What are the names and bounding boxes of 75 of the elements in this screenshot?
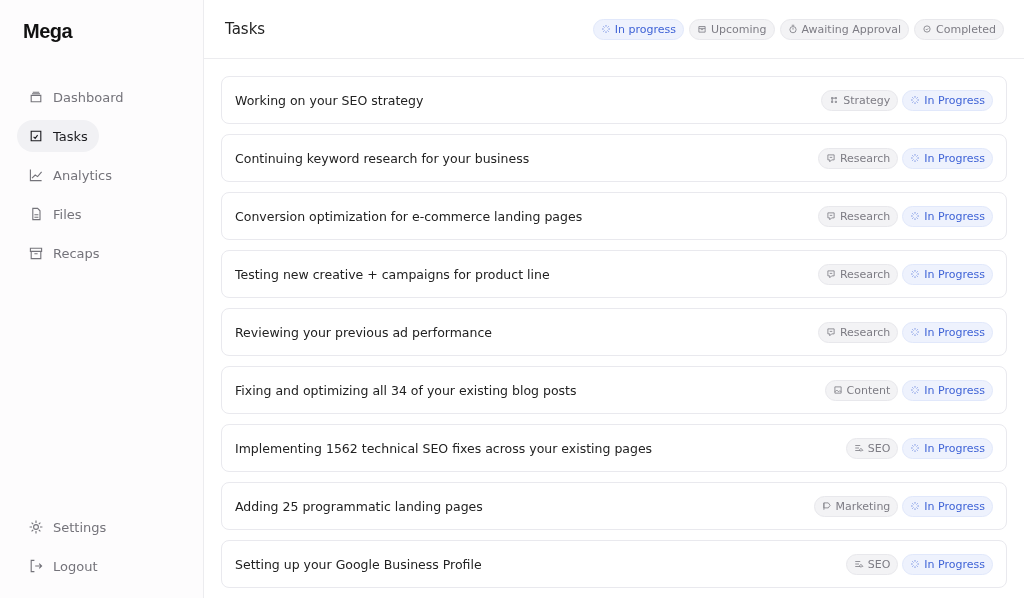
status-tag: In Progress xyxy=(902,89,993,111)
page-title: Tasks xyxy=(225,20,266,38)
chat-icon xyxy=(825,211,836,221)
nav-item[interactable]: Settings xyxy=(17,511,118,543)
spinner-icon xyxy=(910,211,921,221)
spinner-icon xyxy=(910,559,921,569)
spinner-icon xyxy=(910,153,921,163)
chart-icon xyxy=(28,167,44,183)
category-tag: Content xyxy=(824,379,899,401)
category-tag: SEO xyxy=(845,553,899,575)
nav-item[interactable]: Recaps xyxy=(17,237,111,269)
spinner-icon xyxy=(910,501,921,511)
spinner-icon xyxy=(910,443,921,453)
spinner-icon xyxy=(910,95,921,105)
nav-item[interactable]: Files xyxy=(17,198,93,230)
task-card[interactable]: Testing new creative + campaigns for product line Research In Progress xyxy=(221,250,1007,298)
status-tag: In Progress xyxy=(902,321,993,343)
chat-icon xyxy=(825,153,836,163)
status-tag: In Progress xyxy=(902,147,993,169)
logo: Mega xyxy=(23,20,74,43)
task-title: Working on your SEO strategy xyxy=(235,92,425,108)
chat-icon xyxy=(825,269,836,279)
spinner-icon xyxy=(600,24,611,34)
image-icon xyxy=(832,385,843,395)
calendar-icon xyxy=(696,24,707,34)
list-icon xyxy=(853,559,864,569)
task-card[interactable]: Fixing and optimizing all 34 of your existing blog posts Content In Progress xyxy=(221,366,1007,414)
category-tag: SEO xyxy=(845,437,899,459)
status-tag: In Progress xyxy=(902,437,993,459)
nav-item[interactable]: Tasks xyxy=(17,120,99,152)
stopwatch-icon xyxy=(787,24,798,34)
spinner-icon xyxy=(910,385,921,395)
task-card[interactable]: Conversion optimization for e-commerce landing pages Research In Progress xyxy=(221,192,1007,240)
list-icon xyxy=(853,443,864,453)
nodes-icon xyxy=(829,95,840,105)
category-tag: Research xyxy=(817,263,899,285)
task-title: Testing new creative + campaigns for product line xyxy=(235,266,551,282)
category-tag: Marketing xyxy=(813,495,899,517)
filter-tab[interactable]: Upcoming xyxy=(688,18,775,40)
spinner-icon xyxy=(910,327,921,337)
task-card[interactable]: Setting up your Google Business Profile SEO In Progress xyxy=(221,540,1007,588)
category-tag: Research xyxy=(817,321,899,343)
stack-icon xyxy=(28,89,44,105)
flag-icon xyxy=(821,501,832,511)
category-tag: Research xyxy=(817,147,899,169)
task-title: Implementing 1562 technical SEO fixes across your existing pages xyxy=(235,440,654,456)
task-title: Conversion optimization for e-commerce landing pages xyxy=(235,208,584,224)
task-card[interactable]: Reviewing your previous ad performance Research In Progress xyxy=(221,308,1007,356)
logout-icon xyxy=(28,558,44,574)
task-title: Setting up your Google Business Profile xyxy=(235,556,483,572)
status-tag: In Progress xyxy=(902,379,993,401)
task-title: Fixing and optimizing all 34 of your existing blog posts xyxy=(235,382,578,398)
category-tag: Strategy xyxy=(821,89,899,111)
task-title: Adding 25 programmatic landing pages xyxy=(235,498,484,514)
filter-tab[interactable]: Completed xyxy=(914,18,1004,40)
status-tag: In Progress xyxy=(902,263,993,285)
task-title: Continuing keyword research for your business xyxy=(235,150,531,166)
checkbox-icon xyxy=(28,128,44,144)
nav-item[interactable]: Dashboard xyxy=(17,81,135,113)
task-card[interactable]: Continuing keyword research for your business Research In Progress xyxy=(221,134,1007,182)
task-title: Reviewing your previous ad performance xyxy=(235,324,494,340)
archive-icon xyxy=(28,245,44,261)
status-tag: In Progress xyxy=(902,495,993,517)
status-tag: In Progress xyxy=(902,205,993,227)
task-card[interactable]: Working on your SEO strategy Strategy In Progress xyxy=(221,76,1007,124)
nav-item[interactable]: Analytics xyxy=(17,159,124,191)
filter-tab[interactable]: Awaiting Approval xyxy=(779,18,909,40)
filter-tab[interactable]: In progress xyxy=(592,18,684,40)
spinner-icon xyxy=(910,269,921,279)
task-card[interactable]: Implementing 1562 technical SEO fixes across your existing pages SEO In Progress xyxy=(221,424,1007,472)
category-tag: Research xyxy=(817,205,899,227)
task-card[interactable]: Adding 25 programmatic landing pages Marketing In Progress xyxy=(221,482,1007,530)
chat-icon xyxy=(825,327,836,337)
status-tag: In Progress xyxy=(902,553,993,575)
nav-item[interactable]: Logout xyxy=(17,550,109,582)
